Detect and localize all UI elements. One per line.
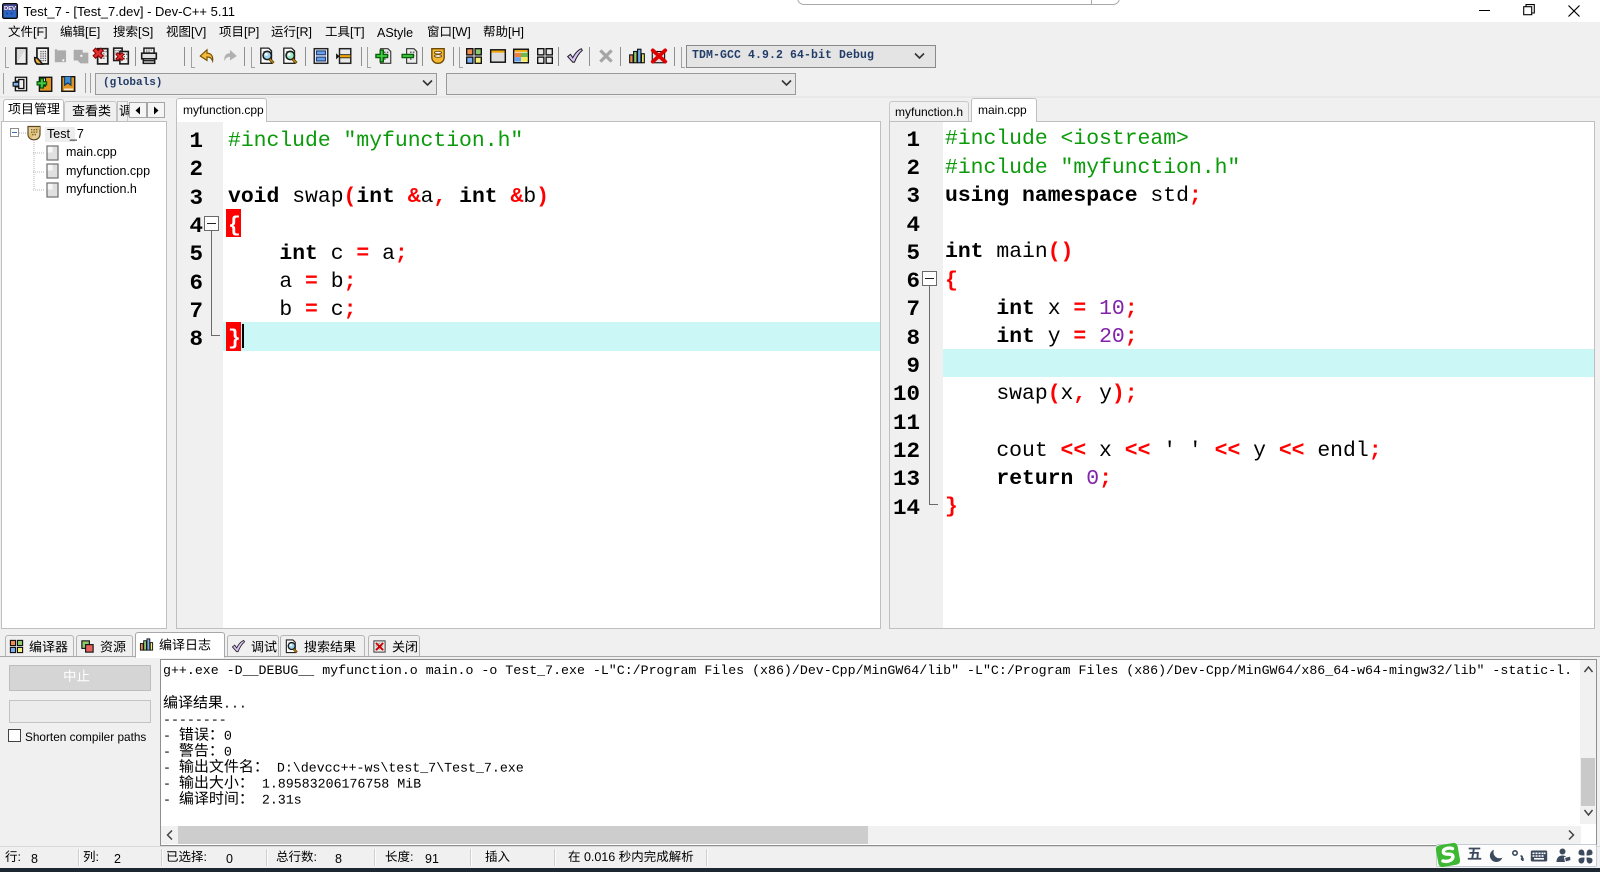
svg-text:DEV: DEV: [4, 6, 16, 12]
